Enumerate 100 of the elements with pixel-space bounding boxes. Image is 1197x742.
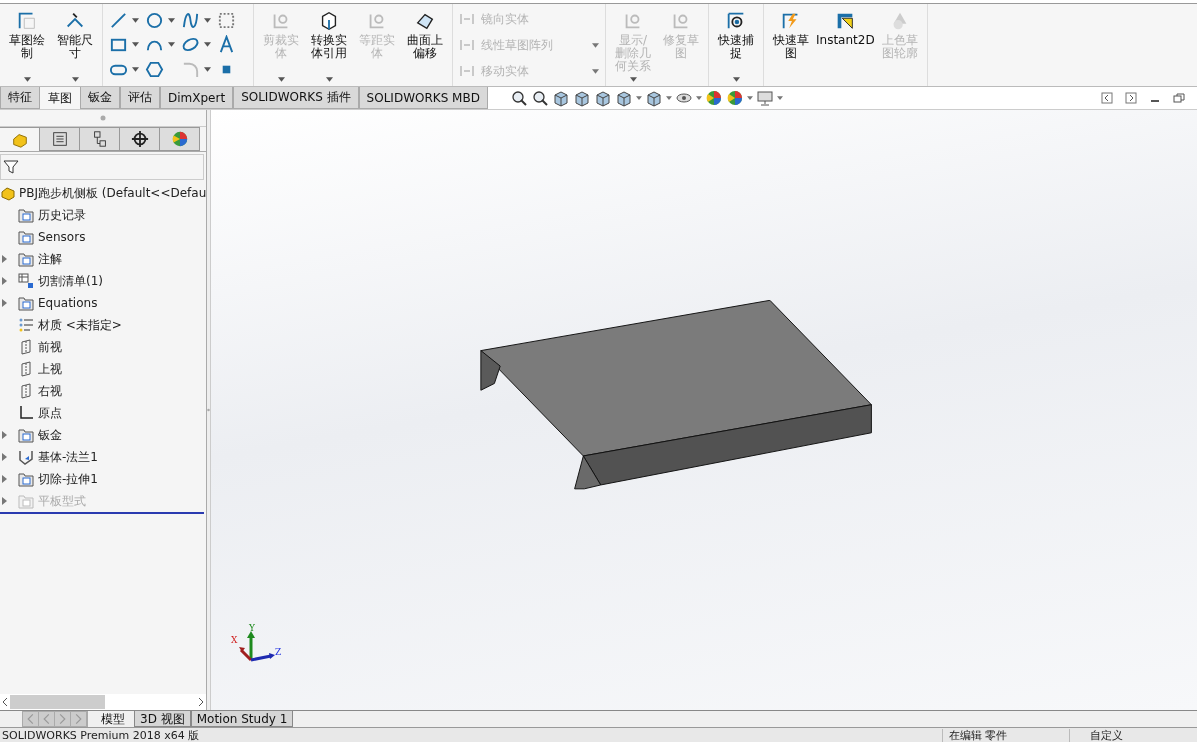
ribbon-tab[interactable]: 特征 [0,87,40,109]
caret-icon [71,77,79,82]
sketch-tool-button[interactable] [109,10,139,30]
tree-item[interactable]: 钣金 [0,424,206,446]
cutlist-icon [18,273,34,289]
scroll-right-icon[interactable] [198,697,204,707]
display-monitor-icon[interactable] [755,89,774,107]
caret-icon [204,67,211,73]
tree-item[interactable]: 切割清单(1) [0,270,206,292]
caret-icon[interactable] [746,96,753,100]
caret-icon [168,17,175,23]
tool-icon [459,63,475,79]
status-text: 在编辑 零件 [942,728,1069,742]
filter-icon[interactable] [3,159,19,175]
tree-item[interactable]: 历史记录 [0,204,206,226]
ribbon-button[interactable]: Instant2D [815,6,876,84]
ribbon-tab[interactable]: SOLIDWORKS MBD [358,87,488,109]
caret-icon[interactable] [695,96,702,100]
expand-arrow-icon[interactable] [2,431,8,439]
status-text: SOLIDWORKS Premium 2018 x64 版 [1,728,201,742]
appearance-icon [170,130,189,148]
caret-icon [325,77,333,82]
caret-icon [132,42,139,48]
ribbon-button[interactable]: 转换实体引用 [305,6,353,84]
ribbon-button[interactable]: 曲面上偏移 [401,6,449,84]
sketch-tool-button[interactable] [145,10,175,30]
restore-icon[interactable] [1173,92,1185,104]
document-tab[interactable]: Motion Study 1 [190,711,294,727]
graphics-viewport[interactable]: Y X Z [211,110,1197,710]
ribbon-button[interactable]: 快速捕捉 [712,6,760,84]
scroll-left-icon[interactable] [2,697,8,707]
axis-label: Y [249,624,255,633]
caret-icon [132,67,139,73]
ribbon-tab[interactable]: DimXpert [160,87,234,109]
material-icon [18,317,34,333]
edit-appearance-icon[interactable] [704,89,723,107]
ribbon-tab[interactable]: 草图 [40,87,80,109]
spline-icon [181,10,200,30]
tree-item[interactable]: 原点 [0,402,206,424]
tree-item[interactable]: 注解 [0,248,206,270]
expand-arrow-icon[interactable] [2,453,8,461]
display-style-icon[interactable] [644,89,663,107]
caret-icon [732,77,740,82]
caret-icon[interactable] [776,96,783,100]
document-tab[interactable]: 3D 视图 [134,711,191,727]
splitter-grip-icon[interactable] [100,115,106,121]
property-icon [50,130,69,148]
polygon-icon [145,60,164,80]
caret-icon [204,42,211,48]
tree-item[interactable]: 材质 <未指定> [0,314,206,336]
expand-arrow-icon[interactable] [2,475,8,483]
scene-icon[interactable] [725,89,744,107]
caret-icon [132,17,139,23]
caret-icon [592,42,599,48]
dynamic-annotation-icon[interactable] [593,89,612,107]
zoom-area-icon[interactable] [530,89,549,107]
tree-item[interactable]: 上视 [0,358,206,380]
tree-item[interactable]: PBJ跑步机侧板 (Default<<Defau [0,182,206,204]
tree-item[interactable]: 右视 [0,380,206,402]
section-view-icon[interactable] [572,89,591,107]
panel-tab[interactable] [120,127,160,151]
ribbon-button[interactable]: 快速草图 [767,6,815,84]
ribbon-tab[interactable]: 钣金 [80,87,120,109]
tool-icon [459,37,475,53]
caret-icon [592,68,599,74]
axis-label: Z [275,648,282,657]
splitter-grip-icon[interactable] [207,407,210,413]
collapse-panel-icon[interactable] [1101,92,1113,104]
caret-icon[interactable] [665,96,672,100]
target-icon [130,130,149,148]
zoom-fit-icon[interactable] [509,89,528,107]
expand-arrow-icon[interactable] [2,255,8,263]
tree-item[interactable]: Equations [0,292,206,314]
caret-icon[interactable] [635,96,642,100]
expand-panel-icon[interactable] [1125,92,1137,104]
tree-item[interactable]: Sensors [0,226,206,248]
ribbon-tab[interactable]: 评估 [120,87,160,109]
tree-item[interactable]: 前视 [0,336,206,358]
flange-icon [18,449,34,465]
tree-item[interactable]: 切除-拉伸1 [0,468,206,490]
sketch-icon [16,10,38,32]
view-orientation-icon[interactable] [614,89,633,107]
caret-icon [277,77,285,82]
scrollbar-thumb[interactable] [10,695,105,709]
plane-icon [18,339,34,355]
sketch-tool-button[interactable] [181,10,211,30]
caret-icon [168,42,175,48]
ribbon-button[interactable]: 智能尺寸 [51,6,99,84]
plane-icon [217,10,236,30]
sketch-tool-button[interactable] [181,60,211,80]
circle-icon [145,10,164,30]
ribbon-button[interactable]: 草图绘制 [3,6,51,84]
ribbon-tab[interactable]: SOLIDWORKS 插件 [233,87,359,109]
plane-icon [18,383,34,399]
caret-icon [629,77,637,82]
expand-arrow-icon[interactable] [2,299,8,307]
caret-icon [23,77,31,82]
expand-arrow-icon[interactable] [2,277,8,285]
tree-item[interactable]: 基体-法兰1 [0,446,206,468]
previous-view-icon[interactable] [551,89,570,107]
